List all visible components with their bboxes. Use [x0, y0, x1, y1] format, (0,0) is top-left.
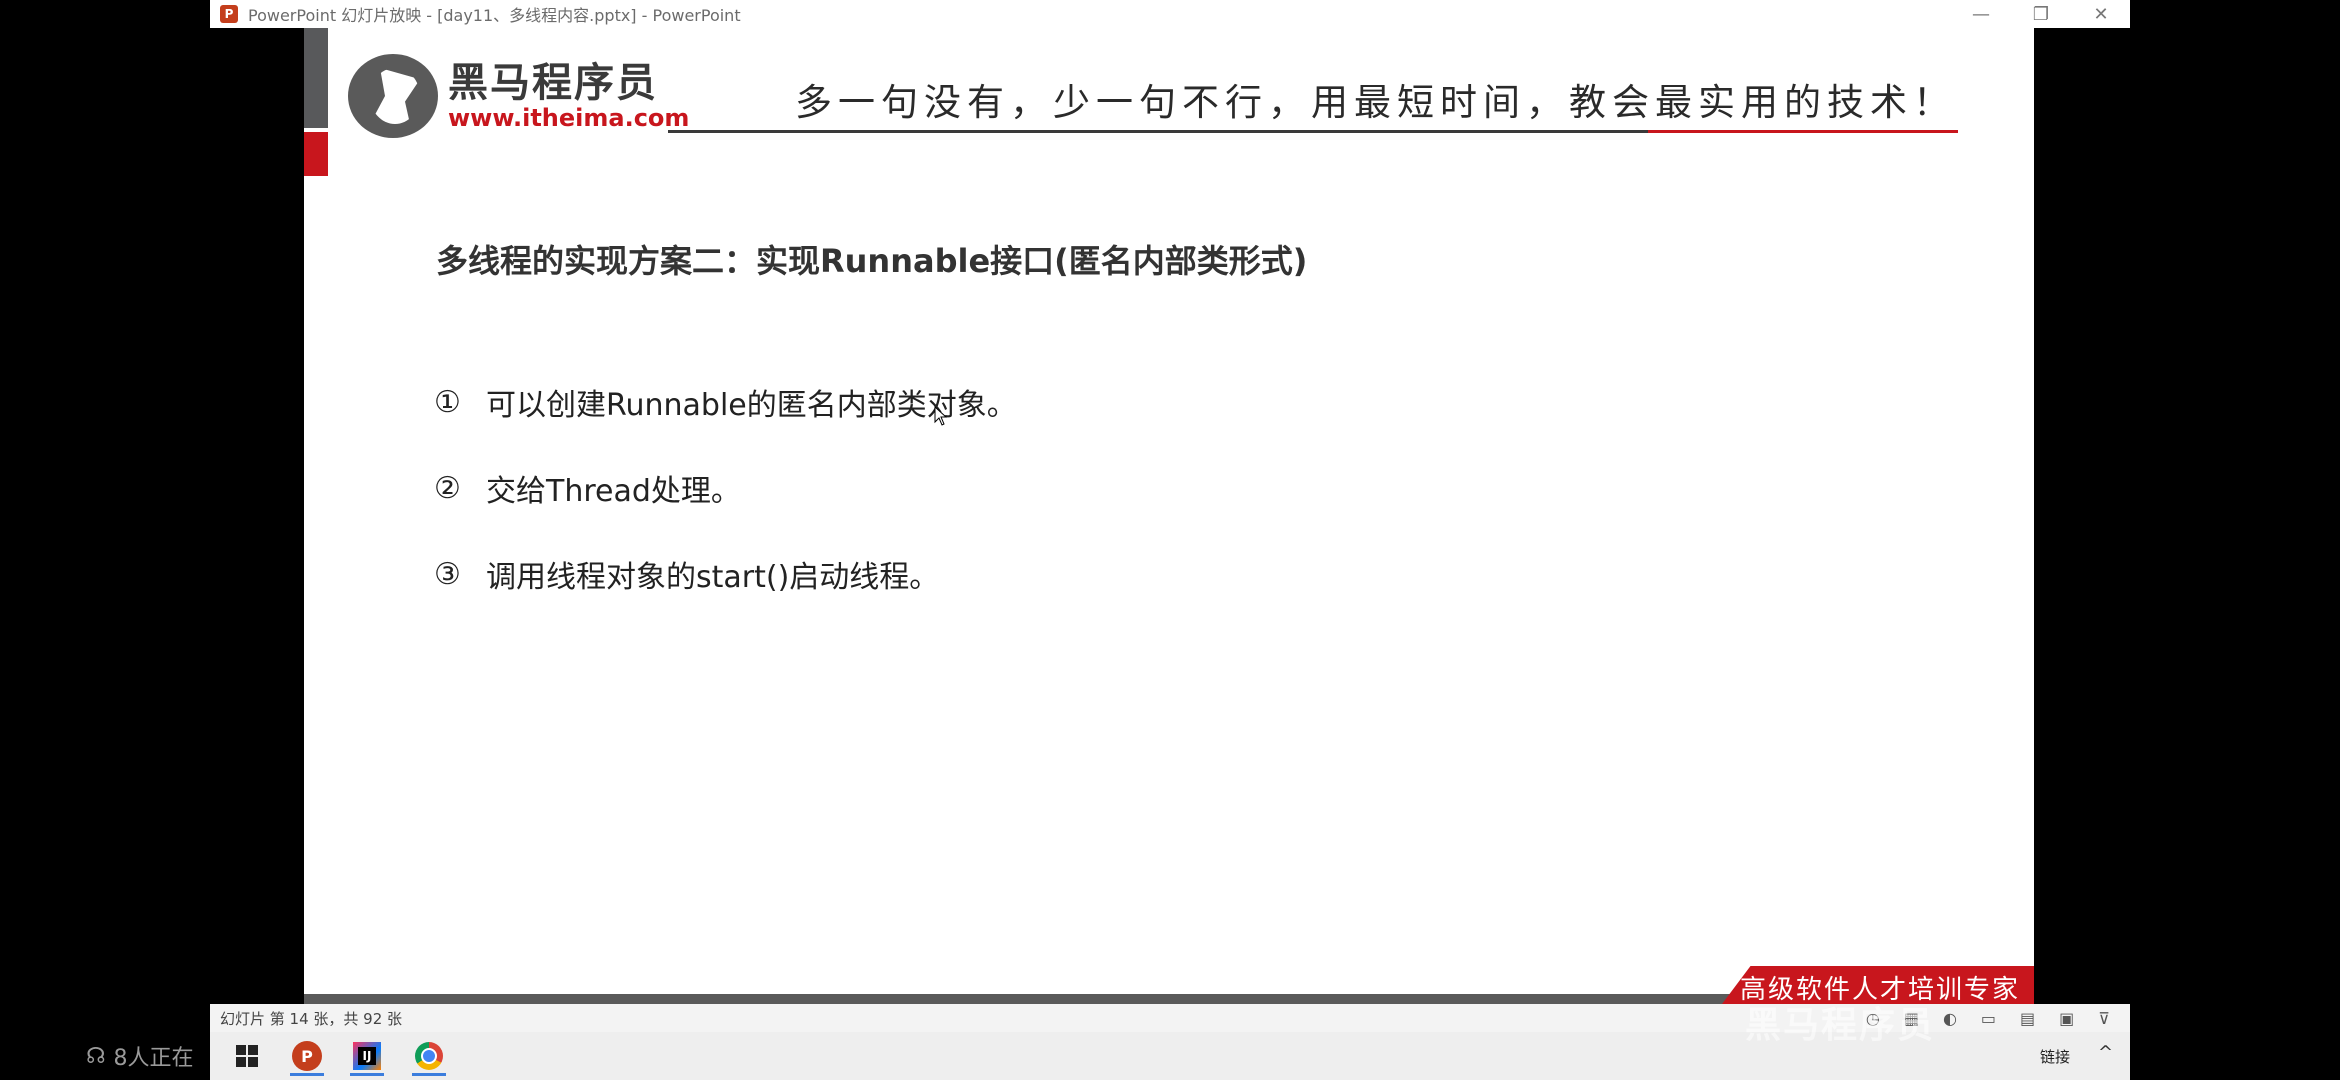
- horse-logo-icon: [348, 54, 438, 138]
- slogan: 多一句没有，少一句不行，用最短时间，教会最实用的技术！: [795, 81, 1956, 124]
- list-text: 交给Thread处理。: [486, 474, 741, 509]
- logo-name: 黑马程序员: [448, 60, 658, 106]
- taskbar-intellij[interactable]: IJ: [344, 1036, 390, 1076]
- left-accent-bar-red: [304, 132, 328, 176]
- user-icon: ☊: [86, 1043, 106, 1069]
- sorter-view-icon[interactable]: ▤: [2020, 1009, 2035, 1028]
- restore-button[interactable]: ❐: [2012, 0, 2070, 28]
- list-item: ① 可以创建Runnable的匿名内部类对象。: [434, 380, 1017, 424]
- list-number: ③: [434, 556, 461, 592]
- window-title: PowerPoint 幻灯片放映 - [day11、多线程内容.pptx] - …: [248, 6, 741, 25]
- left-accent-bar-grey: [304, 28, 328, 128]
- viewer-count-overlay: ☊ 8人正在: [86, 1040, 194, 1072]
- itheima-logo: 黑马程序员 www.itheima.com: [348, 54, 689, 138]
- normal-view-icon[interactable]: ▭: [1981, 1009, 1996, 1028]
- powerpoint-icon: P: [292, 1041, 322, 1071]
- close-button[interactable]: ✕: [2072, 0, 2130, 28]
- slide-counter: 幻灯片 第 14 张，共 92 张: [220, 1009, 403, 1028]
- pointer-icon[interactable]: ◐: [1943, 1009, 1957, 1028]
- powerpoint-app-icon: P: [220, 5, 238, 23]
- taskbar-powerpoint[interactable]: P: [284, 1036, 330, 1076]
- slideshow-area: 黑马程序员 www.itheima.com 多一句没有，少一句不行，用最短时间，…: [210, 28, 2130, 1008]
- slideshow-icon[interactable]: ⊽: [2098, 1009, 2110, 1028]
- tray-label[interactable]: 链接: [2040, 1046, 2070, 1067]
- list-item: ② 交给Thread处理。: [434, 466, 741, 510]
- intellij-icon: IJ: [353, 1042, 381, 1070]
- viewer-count: 8人正在: [113, 1046, 194, 1071]
- mouse-cursor-icon: [934, 406, 948, 426]
- minimize-button[interactable]: —: [1952, 0, 2010, 28]
- watermark: 黑马程序员: [1745, 1005, 1936, 1046]
- header-divider-accent: [1648, 130, 1958, 133]
- chevron-up-icon[interactable]: ^: [2098, 1042, 2113, 1063]
- reading-view-icon[interactable]: ▣: [2059, 1009, 2074, 1028]
- list-text: 调用线程对象的start()启动线程。: [486, 560, 940, 595]
- logo-url: www.itheima.com: [448, 104, 690, 132]
- start-button[interactable]: [224, 1036, 270, 1076]
- chrome-icon: [415, 1042, 443, 1070]
- windows-logo-icon: [236, 1045, 258, 1067]
- list-number: ②: [434, 470, 461, 506]
- list-number: ①: [434, 384, 461, 420]
- title-bar: P PowerPoint 幻灯片放映 - [day11、多线程内容.pptx] …: [210, 0, 2130, 28]
- list-item: ③ 调用线程对象的start()启动线程。: [434, 552, 939, 596]
- taskbar-chrome[interactable]: [406, 1036, 452, 1076]
- slide-heading: 多线程的实现方案二：实现Runnable接口(匿名内部类形式): [436, 242, 1308, 280]
- powerpoint-window: P PowerPoint 幻灯片放映 - [day11、多线程内容.pptx] …: [210, 0, 2130, 1080]
- slide[interactable]: 黑马程序员 www.itheima.com 多一句没有，少一句不行，用最短时间，…: [304, 28, 2034, 1008]
